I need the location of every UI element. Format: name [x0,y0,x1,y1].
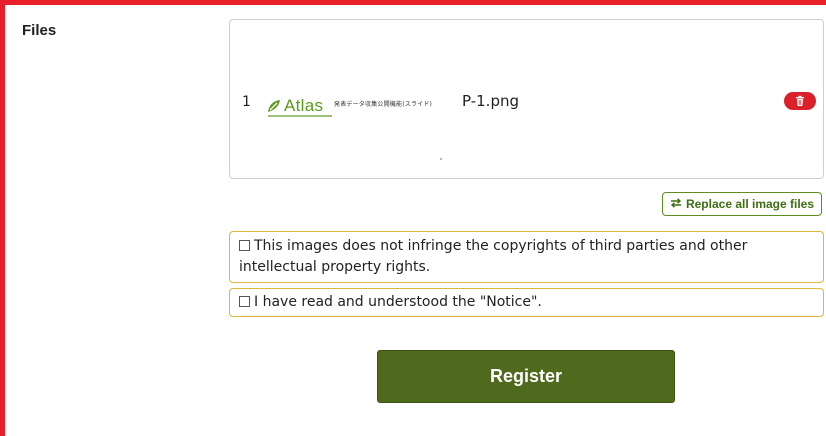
file-name: P-1.png [462,92,519,110]
delete-file-button[interactable] [784,92,816,110]
copyright-agreement-text: This images does not infringe the copyri… [239,238,748,275]
file-thumbnail: Atlas 発表データ収集公開機能(スライド) [266,96,456,120]
logo-text: Atlas [284,96,324,115]
trash-icon [784,95,816,113]
copyright-checkbox[interactable] [239,240,250,251]
notice-agreement: I have read and understood the "Notice". [229,288,824,317]
file-list: 1 Atlas 発表データ収集公開機能(スライド) P-1.png [229,19,824,179]
logo-underline [268,115,332,117]
thumbnail-caption: 発表データ収集公開機能(スライド) [334,101,433,108]
file-index: 1 [242,94,251,110]
swap-arrows-icon [670,197,682,211]
copyright-agreement: This images does not infringe the copyri… [229,231,824,283]
atlas-logo: Atlas [266,96,323,116]
replace-all-images-button[interactable]: Replace all image files [662,192,822,216]
leaf-logo-icon [266,98,282,114]
files-label: Files [22,22,57,39]
register-button[interactable]: Register [377,350,675,403]
notice-checkbox[interactable] [239,296,250,307]
notice-agreement-text: I have read and understood the "Notice". [254,294,542,310]
scroll-marker [440,158,442,160]
replace-all-images-label: Replace all image files [685,197,815,211]
